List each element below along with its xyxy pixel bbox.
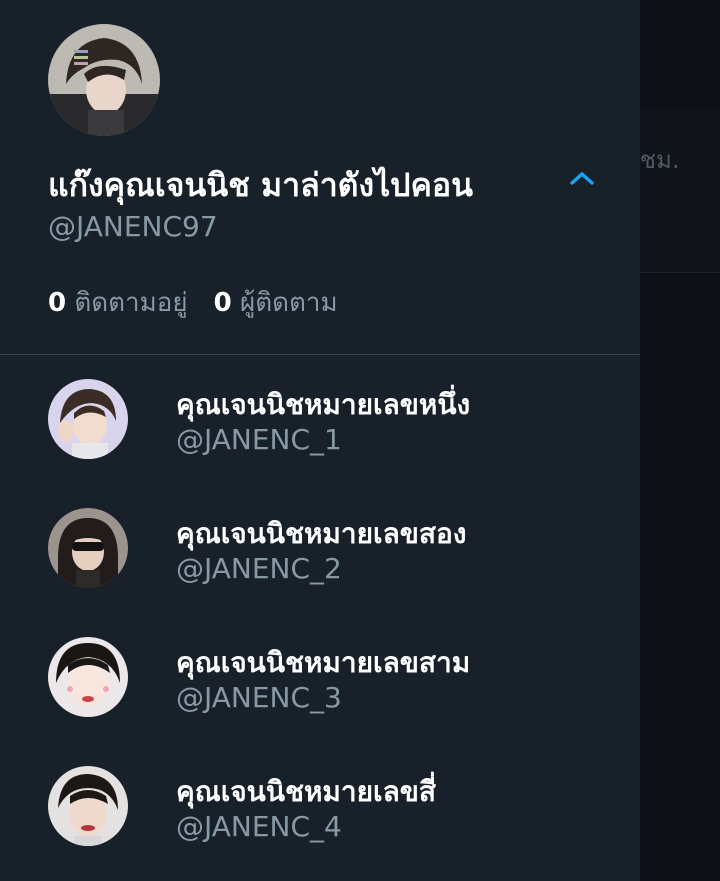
follow-stats: 0 ติดตามอยู่ 0 ผู้ติดตาม [48, 282, 338, 323]
divider [0, 354, 640, 355]
screen: / ชม. แก๊งคุณเจนนิช มาล่าตังไปคอน @JANEN… [0, 0, 720, 881]
account-avatar [48, 766, 128, 846]
followers-count: 0 [213, 288, 232, 318]
display-name: แก๊งคุณเจนนิช มาล่าตังไปคอน [48, 166, 473, 204]
account-item[interactable]: คุณเจนนิชหมายเลขสี่ @JANENC_4 [0, 766, 640, 881]
following-link[interactable]: 0 ติดตามอยู่ [48, 288, 188, 318]
account-handle: @JANENC_1 [176, 423, 342, 456]
followers-link[interactable]: 0 ผู้ติดตาม [214, 288, 338, 318]
account-handle: @JANENC_3 [176, 681, 342, 714]
account-name: คุณเจนนิชหมายเลขสอง [176, 517, 467, 550]
followers-label: ผู้ติดตาม [239, 288, 338, 318]
following-count: 0 [48, 288, 67, 318]
account-handle: @JANENC_2 [176, 552, 342, 585]
account-item[interactable]: คุณเจนนิชหมายเลขสาม @JANENC_3 [0, 637, 640, 765]
account-name: คุณเจนนิชหมายเลขสาม [176, 646, 471, 679]
chevron-up-icon[interactable] [566, 166, 598, 190]
following-label: ติดตามอยู่ [74, 288, 188, 318]
account-avatar [48, 508, 128, 588]
background-header [640, 0, 720, 108]
account-item[interactable]: คุณเจนนิชหมายเลขหนึ่ง @JANENC_1 [0, 379, 640, 507]
account-name: คุณเจนนิชหมายเลขหนึ่ง [176, 388, 471, 421]
profile-handle: @JANENC97 [48, 210, 218, 243]
profile-avatar[interactable] [48, 24, 160, 136]
background-tweet[interactable] [640, 108, 720, 273]
account-drawer: แก๊งคุณเจนนิช มาล่าตังไปคอน @JANENC97 0 … [0, 0, 640, 881]
account-name: คุณเจนนิชหมายเลขสี่ [176, 775, 436, 808]
account-item[interactable]: คุณเจนนิชหมายเลขสอง @JANENC_2 [0, 508, 640, 636]
account-handle: @JANENC_4 [176, 810, 342, 843]
account-avatar [48, 637, 128, 717]
account-avatar [48, 379, 128, 459]
